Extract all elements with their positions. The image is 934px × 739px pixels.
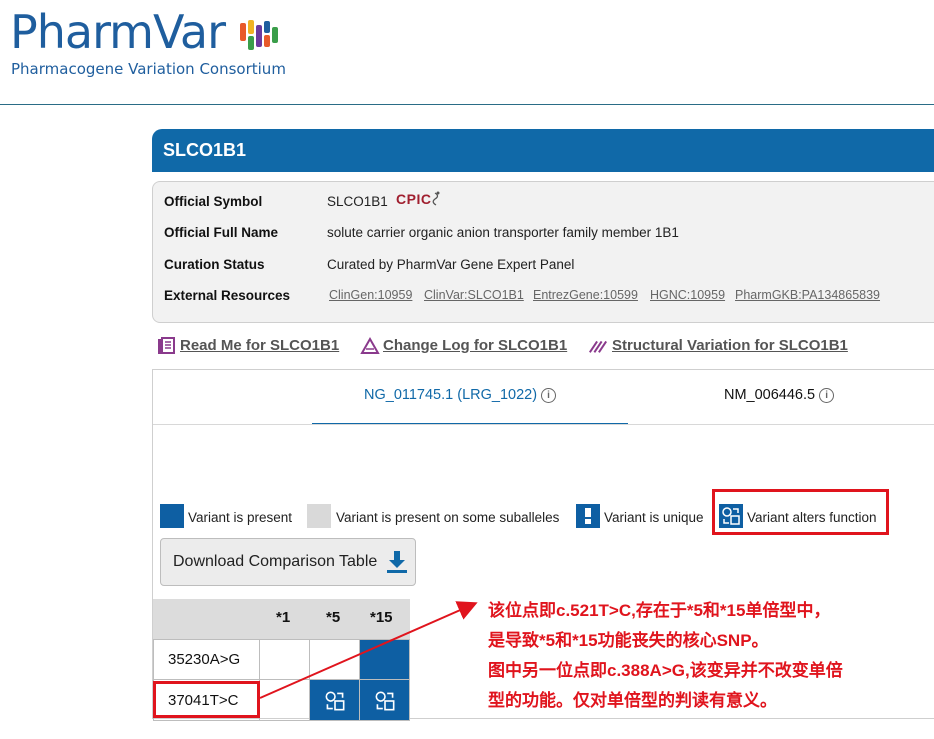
annotation-arrow (259, 601, 478, 699)
annotation-text-line: 该位点即c.521T>C,存在于*5和*15单倍型中， (488, 601, 831, 620)
annotation-text-line: 图中另一位点即c.388A>G,该变异并不改变单倍 (488, 661, 843, 680)
annotation-text-line: 型的功能。仅对单倍型的判读有意义。 (488, 691, 777, 710)
annotation-text-line: 是导致*5和*15功能丧失的核心SNP。 (488, 631, 769, 650)
